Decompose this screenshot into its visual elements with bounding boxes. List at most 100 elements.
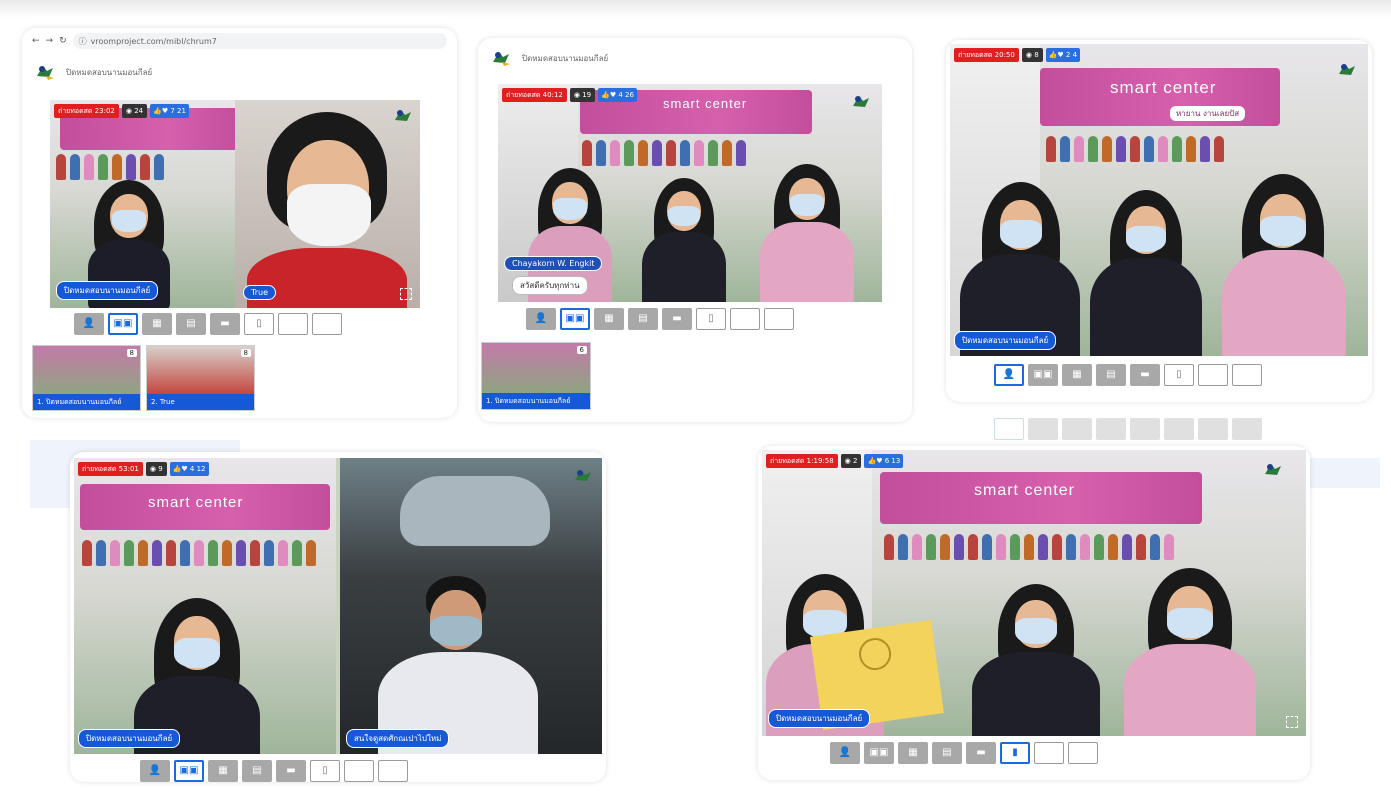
person-icon: 👤: [148, 765, 162, 776]
like-icon: 👍: [601, 91, 610, 99]
person-icon: 👤: [838, 747, 852, 758]
banner-title: smart center: [663, 96, 748, 111]
video-stage[interactable]: smart center หายาน งานเลยปัส ถ่ายทอดสด 2…: [950, 44, 1368, 356]
stream-status-bar: ถ่ายทอดสด 1:19:58 ◉ 2 👍♥ 6 13: [766, 454, 904, 468]
meeting-panel-1: ← → ↻ ⓘ vroomproject.com/mibl/chrum7 ปิด…: [22, 28, 457, 418]
browser-bar: ← → ↻ ⓘ vroomproject.com/mibl/chrum7: [22, 28, 457, 54]
layout-sidebar-button[interactable]: ▯: [244, 313, 274, 335]
layout-two-up-button[interactable]: ▣▣: [864, 742, 894, 764]
layout-wide-button[interactable]: ▬: [662, 308, 692, 330]
live-badge: ถ่ายทอดสด 53:01: [78, 462, 143, 476]
layout-side-by-side-button[interactable]: ▦: [898, 742, 928, 764]
participant-thumbnail[interactable]: 8 1. ปิดหมดสอบนานมอนกีลย์: [32, 345, 141, 411]
layout-pip-button[interactable]: ▤: [242, 760, 272, 782]
layout-wide-button[interactable]: ▬: [210, 313, 240, 335]
two-person-icon: ▣▣: [869, 747, 889, 758]
ghost-layout-button: [1130, 418, 1160, 440]
participant-label-main: ปิดหมดสอบนานมอนกีลย์: [768, 709, 871, 728]
layout-side-by-side-button[interactable]: ▦: [1062, 364, 1092, 386]
video-stage[interactable]: smart center ถ่ายทอดสด 53:01 ◉ 9 👍♥ 4 12…: [74, 458, 602, 754]
video-stage[interactable]: ถ่ายทอดสด 23:02 ◉ 24 👍♥ 7 21 ปิดหมดสอบนา…: [50, 100, 420, 308]
participant-label-main: ปิดหมดสอบนานมอนกีลย์: [954, 331, 1057, 350]
layout-side-by-side-button[interactable]: ▦: [208, 760, 238, 782]
eye-icon: ◉: [573, 91, 580, 99]
stream-status-bar: ถ่ายทอดสด 53:01 ◉ 9 👍♥ 4 12: [78, 462, 209, 476]
address-bar[interactable]: ⓘ vroomproject.com/mibl/chrum7: [72, 33, 447, 49]
video-stage[interactable]: smart center ถ่ายทอดสด 40:12 ◉ 19 👍♥ 4 2…: [498, 84, 882, 302]
eye-icon: ◉: [149, 465, 156, 473]
viewer-count: ◉ 19: [569, 88, 596, 102]
reload-icon[interactable]: ↻: [59, 36, 67, 46]
sidebar-icon: ▯: [256, 318, 262, 329]
pip-icon: ▤: [252, 765, 262, 776]
layout-sidebar-button[interactable]: ▯: [696, 308, 726, 330]
video-pane-guest: สนใจดูสดศักณเปาไปใหม่: [340, 458, 602, 754]
arrow-left-icon[interactable]: ←: [32, 36, 40, 46]
pip-icon: ▤: [1106, 369, 1116, 380]
layout-single-button[interactable]: 👤: [526, 308, 556, 330]
heart-icon: ♥: [609, 91, 617, 99]
layout-toolbar: 👤 ▣▣ ▦ ▤ ▬ ▯: [74, 313, 342, 335]
thumb-count: 8: [126, 349, 137, 357]
layout-sidebar-button[interactable]: ▮: [1000, 742, 1030, 764]
meeting-panel-2: ปิดหมดสอบนานมอนกีลย์ smart center ถ่ายทอ…: [478, 38, 912, 422]
thumb-count: 8: [240, 349, 251, 357]
layout-side-by-side-button[interactable]: ▦: [142, 313, 172, 335]
layout-wide-button[interactable]: ▬: [966, 742, 996, 764]
layout-blank-button[interactable]: [312, 313, 342, 335]
layout-toolbar: 👤 ▣▣ ▦ ▤ ▬ ▯: [140, 760, 408, 782]
url-text: vroomproject.com/mibl/chrum7: [90, 36, 217, 46]
fullscreen-icon[interactable]: [400, 288, 412, 300]
fullscreen-icon[interactable]: [1286, 716, 1298, 728]
layout-screen-button[interactable]: [1034, 742, 1064, 764]
ghost-layout-button: [1028, 418, 1058, 440]
layout-pip-button[interactable]: ▤: [176, 313, 206, 335]
layout-single-button[interactable]: 👤: [74, 313, 104, 335]
layout-screen-button[interactable]: [344, 760, 374, 782]
video-stage[interactable]: smart center ถ่ายทอดสด 1:19:58 ◉ 2 👍♥ 6 …: [762, 450, 1306, 736]
cartoon-decoration: [582, 140, 746, 166]
viewer-count: ◉ 2: [840, 454, 862, 468]
two-person-icon: ▣▣: [179, 765, 199, 776]
ghost-layout-button: [1164, 418, 1194, 440]
layout-pip-button[interactable]: ▤: [932, 742, 962, 764]
sidebar-icon: ▯: [322, 765, 328, 776]
reaction-count: 👍♥ 2 4: [1045, 48, 1081, 62]
reaction-count: 👍♥ 6 13: [864, 454, 904, 468]
layout-screen-button[interactable]: [730, 308, 760, 330]
participant-thumbnail[interactable]: 6 1. ปิดหมดสอบนานมอนกีลย์: [481, 342, 591, 410]
arrow-right-icon[interactable]: →: [46, 36, 54, 46]
layout-screen-button[interactable]: [1198, 364, 1228, 386]
viewer-count: ◉ 8: [1021, 48, 1043, 62]
reaction-count: 👍♥ 4 12: [169, 462, 209, 476]
participant-thumbnail[interactable]: 8 2. True: [146, 345, 255, 411]
layout-blank-button[interactable]: [1232, 364, 1262, 386]
info-icon: ⓘ: [78, 36, 87, 46]
layout-blank-button[interactable]: [378, 760, 408, 782]
car-ceiling: [400, 476, 550, 546]
layout-two-up-button[interactable]: ▣▣: [1028, 364, 1058, 386]
app-logo-icon: [392, 106, 414, 126]
comment-bubble: สวัสดีครับทุกท่าน: [512, 276, 588, 295]
layout-wide-button[interactable]: ▬: [1130, 364, 1160, 386]
layout-screen-button[interactable]: [278, 313, 308, 335]
layout-single-button[interactable]: 👤: [994, 364, 1024, 386]
layout-blank-button[interactable]: [1068, 742, 1098, 764]
layout-sidebar-button[interactable]: ▯: [310, 760, 340, 782]
ghost-layout-button: [994, 418, 1024, 440]
cartoon-decoration: [884, 534, 1174, 560]
layout-wide-button[interactable]: ▬: [276, 760, 306, 782]
eye-icon: ◉: [1025, 51, 1032, 59]
layout-sidebar-button[interactable]: ▯: [1164, 364, 1194, 386]
layout-pip-button[interactable]: ▤: [628, 308, 658, 330]
commenter-chip: Chayakorn W. Engkit: [504, 256, 603, 271]
layout-side-by-side-button[interactable]: ▦: [594, 308, 624, 330]
layout-single-button[interactable]: 👤: [140, 760, 170, 782]
layout-single-button[interactable]: 👤: [830, 742, 860, 764]
layout-two-up-button[interactable]: ▣▣: [108, 313, 138, 335]
layout-blank-button[interactable]: [764, 308, 794, 330]
layout-pip-button[interactable]: ▤: [1096, 364, 1126, 386]
layout-two-up-button[interactable]: ▣▣: [560, 308, 590, 330]
layout-two-up-button[interactable]: ▣▣: [174, 760, 204, 782]
banner-title: smart center: [1110, 78, 1217, 97]
